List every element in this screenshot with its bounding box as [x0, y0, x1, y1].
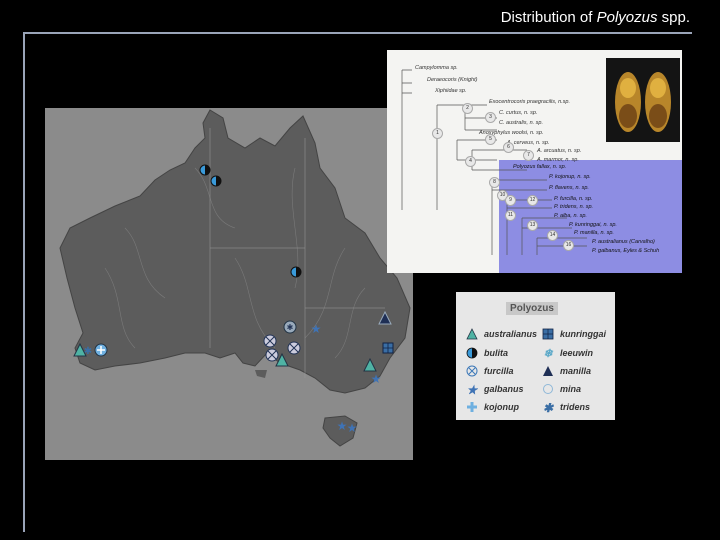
tree-node: 3 [485, 112, 496, 123]
taxon-label: P. alba, n. sp. [554, 213, 587, 219]
svg-text:★: ★ [311, 322, 322, 336]
taxon-label: P. kunringgai, n. sp. [569, 222, 617, 228]
legend-item: australianus [466, 328, 537, 340]
kunringgai-marker [382, 342, 394, 354]
tree-node: 5 [485, 134, 496, 145]
taxon-label: Exocentrocoris praegracilis, n.sp. [489, 99, 571, 105]
kojonup-marker [94, 343, 108, 357]
tree-node: 13 [527, 220, 538, 231]
bulita-marker-1 [199, 164, 211, 176]
legend-label: galbanus [484, 384, 524, 394]
taxon-label: Polyozus fallax, n. sp. [513, 164, 567, 170]
taxon-label: P. manilla, n. sp. [574, 230, 614, 236]
australia-map-graphic: ✱ ★ ★ ✱ ★ ★ [59, 109, 411, 447]
furcilla-marker-1 [263, 334, 277, 348]
legend-item: furcilla [466, 365, 514, 377]
svg-text:★: ★ [371, 372, 382, 386]
title-genus: Polyozus [596, 9, 658, 26]
star-icon: ★ [467, 383, 478, 395]
legend-title: Polyozus [506, 302, 558, 315]
legend-label: australianus [484, 329, 538, 339]
specimen-photo [606, 58, 680, 142]
legend-item: mina [542, 383, 581, 395]
furcilla-marker-3 [265, 348, 279, 362]
tree-node: 12 [527, 195, 538, 206]
specimen-bugs-graphic [615, 72, 671, 132]
tree-node: 8 [489, 177, 500, 188]
legend-label: mina [560, 384, 582, 394]
legend-item: kojonup [466, 401, 519, 413]
cross-icon [467, 402, 477, 412]
bulita-marker-2 [210, 175, 222, 187]
title-underline [24, 32, 692, 34]
furcilla-marker-2 [287, 341, 301, 355]
tree-node: 6 [503, 142, 514, 153]
legend-label: leeuwin [560, 348, 594, 358]
species-legend: Polyozus australianus kunringgai bulita … [456, 292, 615, 420]
legend-item: manilla [542, 365, 591, 377]
legend-item: bulita [466, 347, 508, 359]
taxon-label: P. tridens, n. sp. [554, 204, 594, 210]
legend-label: kojonup [484, 402, 519, 412]
kangaroo-island-shape [255, 370, 267, 378]
taxon-label: C. australis, n. sp. [499, 120, 544, 126]
tree-node: 9 [505, 195, 516, 206]
taxon-label: P. flavens, n. sp. [549, 185, 589, 191]
tree-node: 14 [547, 230, 558, 241]
tree-node: 2 [462, 103, 473, 114]
grid-square-icon [542, 328, 554, 340]
taxon-label: P. furcilla, n. sp. [554, 196, 593, 202]
snowflake-icon: ❄ [543, 348, 553, 359]
slide-title: Distribution of Polyozus spp. [501, 9, 690, 26]
taxon-label: P. kojonup, n. sp. [549, 174, 591, 180]
legend-item: ★ galbanus [466, 383, 524, 395]
galbanus-marker-1: ★ [311, 322, 322, 336]
taxon-label: Xiphiidae sp. [435, 88, 467, 94]
taxon-label: Deraeocoris (Knight) [427, 77, 478, 83]
crossed-circle-icon [466, 365, 478, 377]
svg-text:❄: ❄ [543, 348, 553, 359]
taxon-label: P. galbanus, Eyles & Schuh [592, 248, 660, 254]
svg-text:✱: ✱ [543, 401, 554, 413]
taxon-label: P. australianus (Carvalho) [592, 239, 655, 245]
legend-label: manilla [560, 366, 592, 376]
taxon-label: C. curtus, n. sp. [499, 110, 538, 116]
svg-text:★: ★ [467, 383, 478, 395]
half-circle-icon [466, 347, 478, 359]
legend-item: ❄ leeuwin [542, 347, 593, 359]
title-suffix: spp. [657, 9, 690, 26]
tree-node: 4 [465, 156, 476, 167]
leeuwin-marker: ✱ [283, 320, 297, 334]
svg-text:✱: ✱ [84, 346, 92, 357]
legend-label: tridens [560, 402, 591, 412]
asterisk-icon: ✱ [543, 401, 554, 413]
tree-node: 11 [505, 210, 516, 221]
australia-map: ✱ ★ ★ ✱ ★ ★ [45, 108, 413, 460]
taxon-label: A. marmor, n. sp. [537, 157, 579, 163]
left-rule [23, 32, 25, 532]
legend-label: bulita [484, 348, 508, 358]
svg-text:✱: ✱ [287, 323, 294, 332]
galbanus-marker-2: ★ [371, 372, 382, 386]
legend-item: ✱ tridens [542, 401, 590, 413]
legend-label: kunringgai [560, 329, 607, 339]
tree-node: 1 [432, 128, 443, 139]
open-circle-icon [543, 384, 553, 394]
tridens-marker: ✱ [84, 346, 92, 357]
mainland-shape [59, 109, 411, 394]
triangle-icon [466, 328, 478, 340]
taxon-label: A. arcuatus, n. sp. [537, 148, 582, 154]
tree-node: 7 [523, 150, 534, 161]
svg-text:★: ★ [347, 421, 358, 435]
dark-triangle-icon [543, 366, 553, 376]
taxon-label: Campylomma sp. [415, 65, 458, 71]
title-prefix: Distribution of [500, 9, 597, 26]
legend-label: furcilla [484, 366, 514, 376]
bulita-marker-3 [290, 266, 302, 278]
galbanus-marker-4: ★ [347, 421, 358, 435]
legend-item: kunringgai [542, 328, 606, 340]
tree-node: 16 [563, 240, 574, 251]
